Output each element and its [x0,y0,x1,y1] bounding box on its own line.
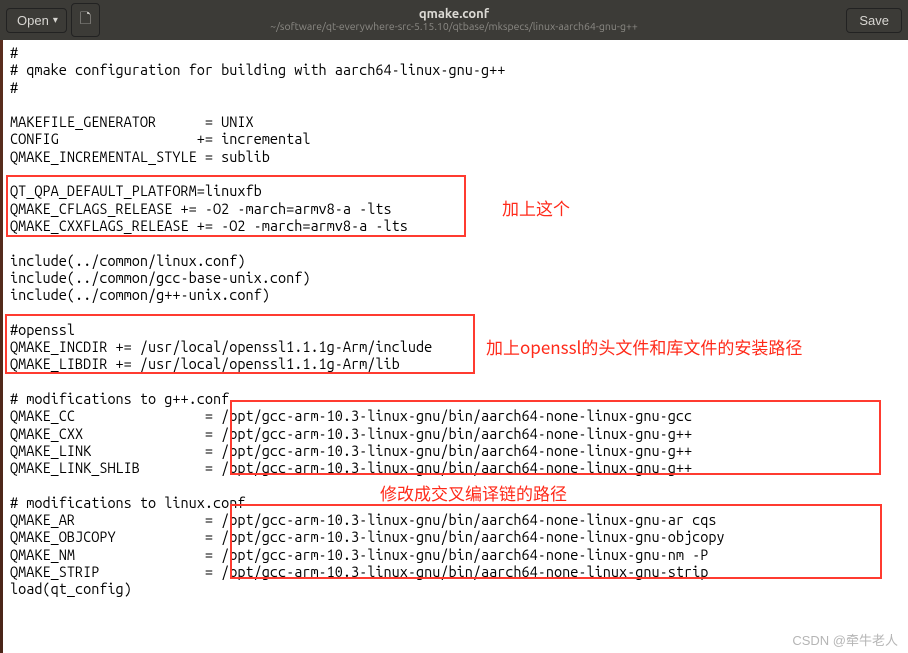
new-document-button[interactable]: 🗋 [71,3,100,37]
file-path: ~/software/qt-everywhere-src-5.15.10/qtb… [270,21,638,33]
watermark-text: CSDN @牵牛老人 [792,630,898,649]
save-button-label: Save [859,13,889,28]
new-document-icon: 🗋 [80,10,91,26]
editor-text-area[interactable]: # # qmake configuration for building wit… [0,40,908,653]
title-center: qmake.conf ~/software/qt-everywhere-src-… [270,7,638,33]
open-button[interactable]: Open ▾ [6,8,67,33]
titlebar: Open ▾ 🗋 qmake.conf ~/software/qt-everyw… [0,0,908,40]
chevron-down-icon: ▾ [53,15,58,26]
save-button[interactable]: Save [846,8,902,33]
open-button-label: Open [17,13,49,28]
file-name: qmake.conf [270,7,638,21]
